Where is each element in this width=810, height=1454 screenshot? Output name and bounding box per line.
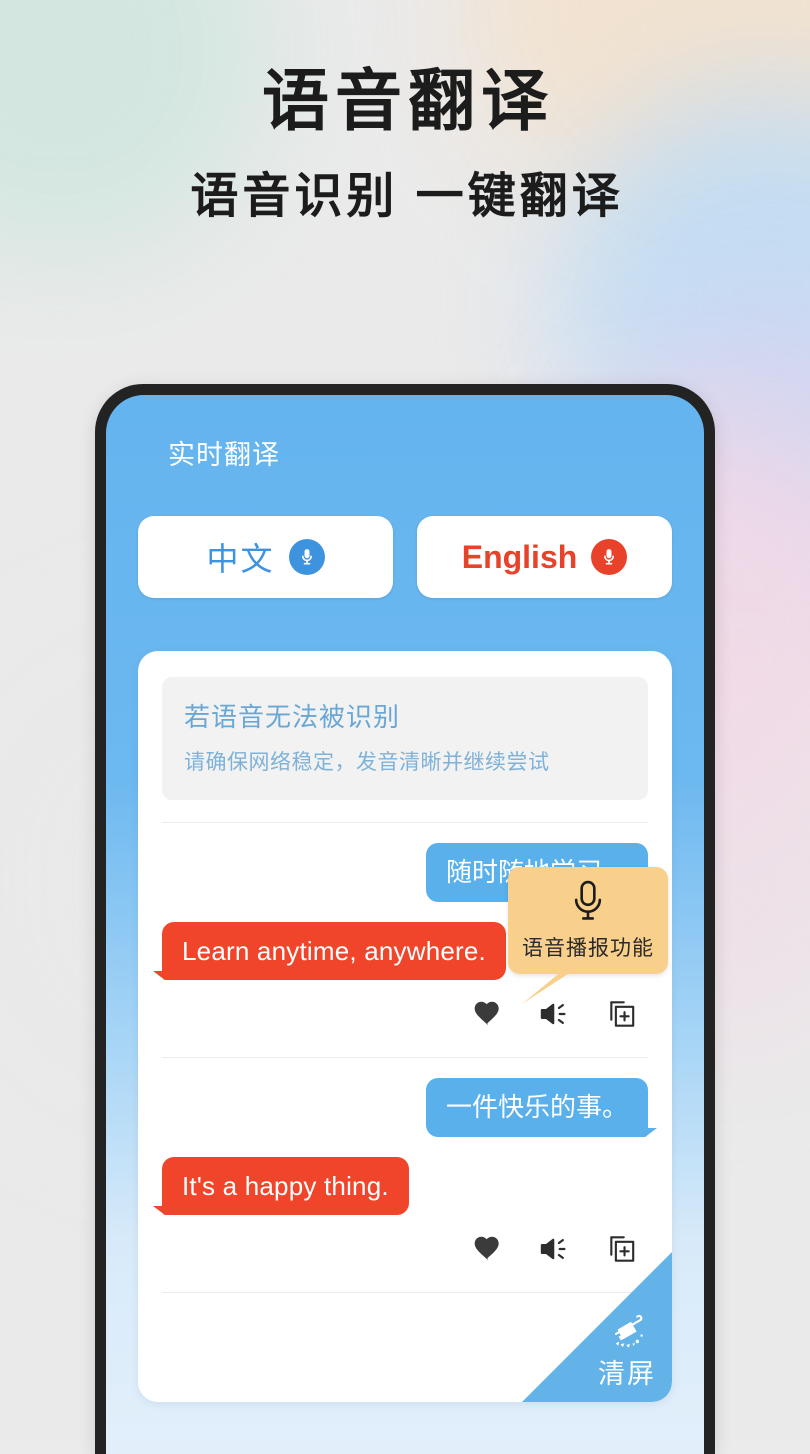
message-bubble-target[interactable]: Learn anytime, anywhere. [153,921,506,980]
favorite-icon[interactable] [472,1233,504,1270]
conversation-item: 一件快乐的事。 It's a happy thing. [138,1078,672,1270]
notice-title: 若语音无法被识别 [184,702,401,732]
message-row-target: It's a happy thing. [153,1156,648,1215]
voice-broadcast-tooltip[interactable]: 语音播报功能 [508,867,668,1004]
clear-screen-label: 清屏 [598,1359,656,1389]
divider [162,822,648,823]
language-selector-row: 中文 English [106,472,704,598]
conversation-card: 若语音无法被识别 请确保网络稳定，发音清晰并继续尝试 随时随地学习。 Learn… [138,651,672,1402]
page-subtitle: 语音识别 一键翻译 [190,170,624,223]
page-title: 语音翻译 [262,64,554,139]
notice-subtitle: 请确保网络稳定，发音清晰并继续尝试 [184,751,550,774]
poster-headline-group: 语音翻译 语音识别 一键翻译 [0,68,810,221]
phone-screen: 实时翻译 中文 English 若语音无法被识别 请确保网络稳定，发音清晰并继续… [106,395,704,1454]
language-label-chinese: 中文 [206,541,275,577]
divider [162,1057,648,1058]
broom-icon [606,1312,652,1359]
tooltip-label: 语音播报功能 [522,937,654,960]
microphone-icon-chinese[interactable] [288,539,325,575]
copy-add-icon[interactable] [606,998,638,1035]
message-bubble-target[interactable]: It's a happy thing. [153,1156,409,1215]
speaker-icon[interactable] [538,1233,572,1270]
message-row-source: 一件快乐的事。 [162,1078,658,1137]
tooltip-pointer [522,966,580,1004]
copy-add-icon[interactable] [606,1233,638,1270]
favorite-icon[interactable] [472,998,504,1035]
divider [162,1292,648,1293]
message-actions [162,1215,648,1270]
language-button-chinese[interactable]: 中文 [138,516,393,598]
language-label-english: English [461,538,578,575]
message-bubble-source[interactable]: 一件快乐的事。 [425,1078,658,1137]
language-button-english[interactable]: English [417,516,672,598]
phone-mockup: 实时翻译 中文 English 若语音无法被识别 请确保网络稳定，发音清晰并继续… [95,384,715,1454]
recognition-notice: 若语音无法被识别 请确保网络稳定，发音清晰并继续尝试 [162,677,648,800]
microphone-icon-english[interactable] [591,539,628,575]
clear-screen-button[interactable]: 清屏 [522,1252,672,1402]
microphone-icon-tooltip [508,879,668,928]
app-title: 实时翻译 [168,440,280,470]
